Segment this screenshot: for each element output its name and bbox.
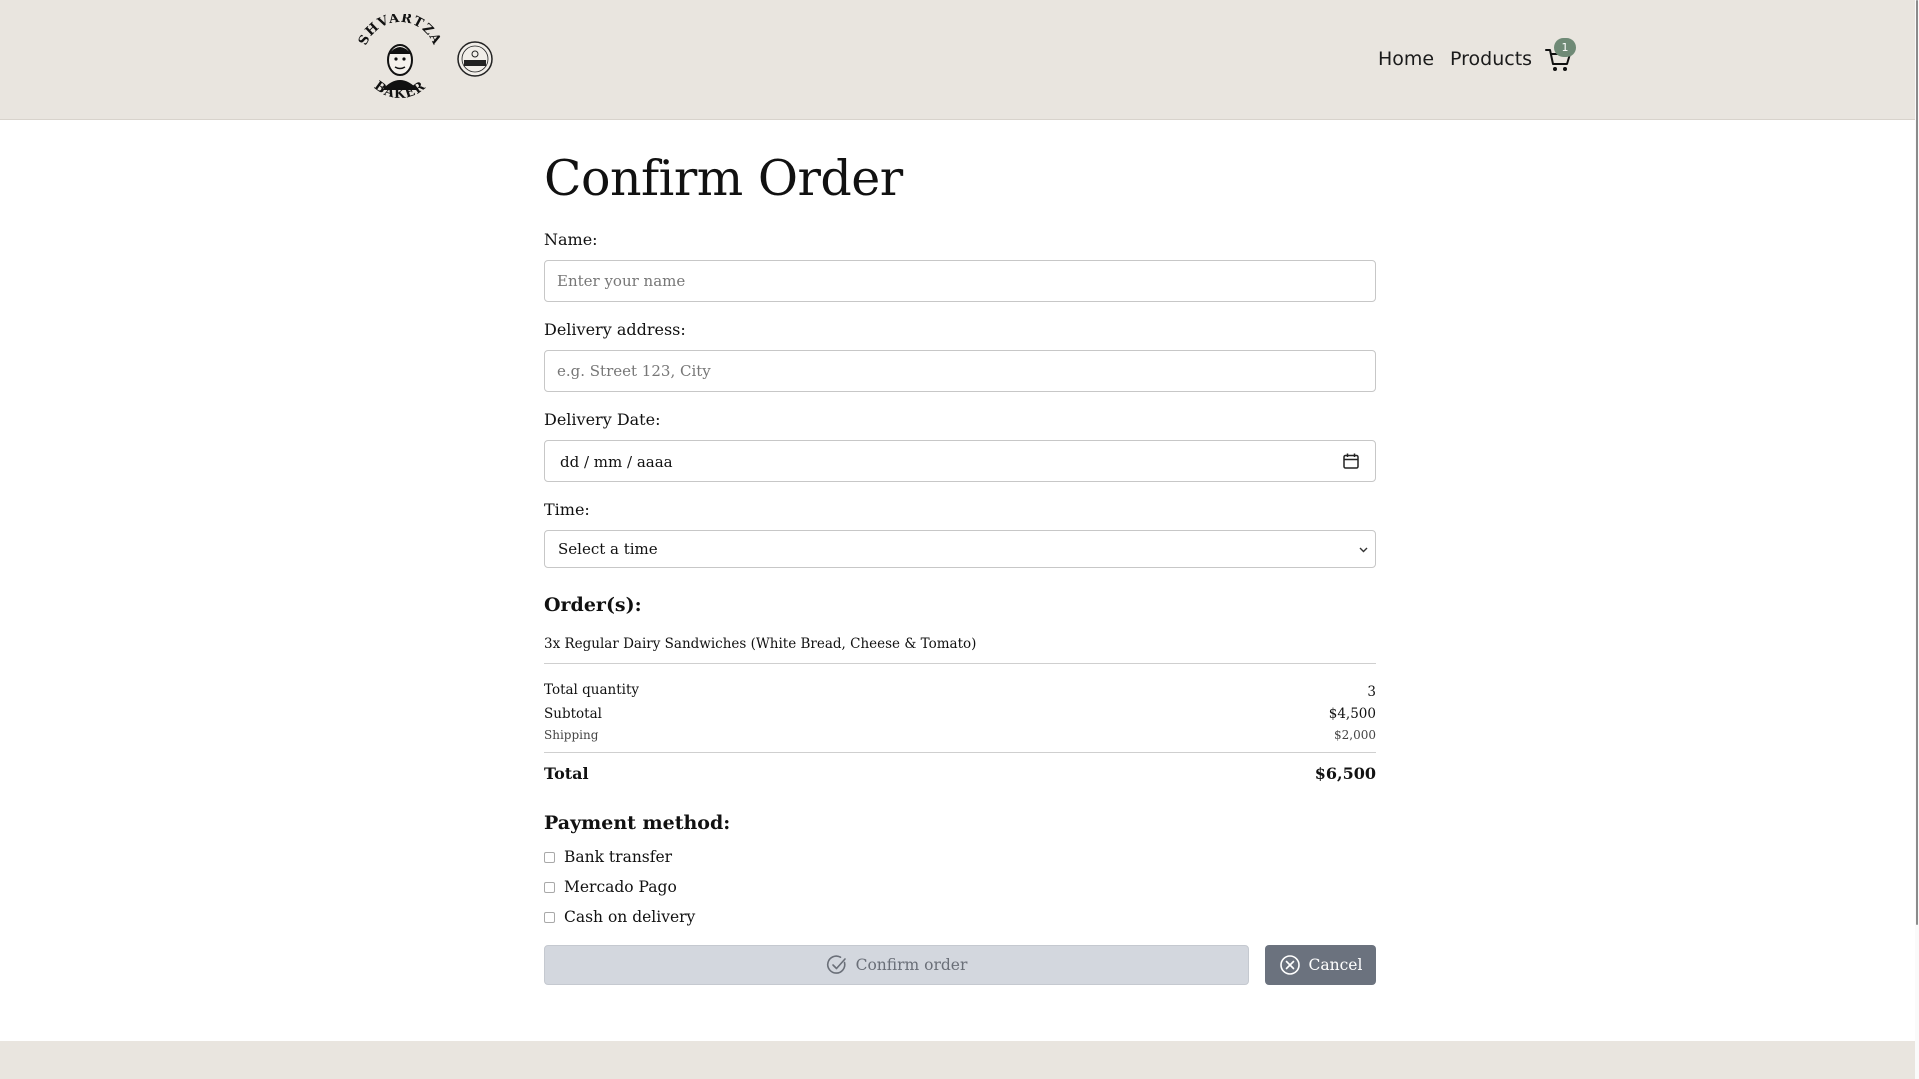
bakery-logo[interactable]: SHVARTZA BAKER [356,14,444,104]
cart-count-badge: 1 [1554,38,1576,57]
address-label: Delivery address: [544,320,686,339]
calendar-icon[interactable] [1342,452,1360,470]
divider [544,663,1376,664]
date-placeholder: dd / mm / aaaa [560,453,673,471]
nav-home-link[interactable]: Home [1378,48,1434,70]
cancel-label: Cancel [1308,956,1363,974]
time-select[interactable]: Select a time [544,530,1376,568]
site-header: SHVARTZA BAKER Home Products 1 [0,0,1919,120]
checkbox[interactable] [544,912,555,923]
orders-heading: Order(s): [544,594,642,616]
cancel-button[interactable]: Cancel [1265,945,1376,985]
time-select-value: Select a time [558,540,658,558]
total-value: $6,500 [1314,764,1376,783]
confirm-order-button[interactable]: Confirm order [544,945,1249,985]
payment-option-label: Mercado Pago [564,878,677,896]
page-title: Confirm Order [544,150,903,207]
divider [544,752,1376,753]
total-quantity-value: 3 [1367,684,1376,700]
total-label: Total [544,764,589,783]
shipping-value: $2,000 [1334,728,1376,742]
close-circle-icon [1279,955,1300,975]
subtotal-label: Subtotal [544,706,602,722]
total-quantity-label: Total quantity [544,682,640,698]
scrollbar-thumb[interactable] [1916,0,1918,925]
svg-text:SHVARTZA: SHVARTZA [356,14,444,48]
payment-option-label: Cash on delivery [564,908,696,926]
checkbox[interactable] [544,882,555,893]
certification-badge-icon [457,41,493,77]
address-input[interactable] [544,350,1376,392]
confirm-order-label: Confirm order [855,956,968,974]
time-label: Time: [544,500,590,519]
check-circle-icon [826,955,846,974]
chevron-down-icon [1359,547,1368,553]
order-item: 3x Regular Dairy Sandwiches (White Bread… [544,636,977,652]
name-label: Name: [544,230,598,249]
date-label: Delivery Date: [544,410,661,429]
payment-heading: Payment method: [544,812,731,834]
subtotal-value: $4,500 [1328,706,1376,722]
nav-products-link[interactable]: Products [1450,48,1532,70]
name-input[interactable] [544,260,1376,302]
delivery-date-input[interactable]: dd / mm / aaaa [544,440,1376,482]
site-footer [0,1041,1915,1079]
payment-option-label: Bank transfer [564,848,673,866]
shipping-label: Shipping [544,728,599,742]
checkbox[interactable] [544,852,555,863]
